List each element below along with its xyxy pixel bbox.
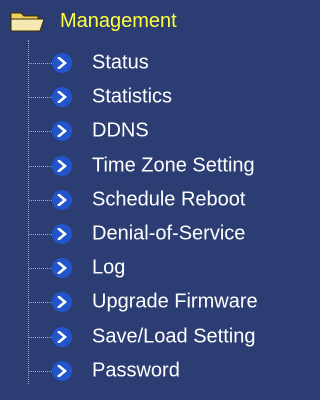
tree-branch-line (29, 165, 52, 168)
chevron-right-icon (52, 326, 72, 347)
tree-branch-line (29, 131, 52, 133)
menu-item-label: Time Zone Setting (92, 154, 255, 177)
menu-root-management[interactable]: Management (10, 6, 177, 36)
folder-open-icon (10, 10, 46, 32)
menu-item-label: Status (92, 51, 149, 74)
menu-item-label: DDNS (92, 119, 149, 142)
menu-root-label: Management (60, 9, 177, 32)
menu-item-denial-of-service[interactable]: Denial-of-Service (0, 217, 313, 251)
menu-item-label: Statistics (92, 85, 173, 108)
menu-item-schedule-reboot[interactable]: Schedule Reboot (0, 183, 313, 217)
menu-item-upgrade-firmware[interactable]: Upgrade Firmware (0, 285, 313, 319)
menu-item-label: Schedule Reboot (92, 188, 246, 211)
chevron-right-icon (52, 258, 72, 279)
tree-branch-line (29, 97, 52, 99)
menu-item-label: Save/Load Setting (92, 325, 256, 348)
menu-item-label: Denial-of-Service (92, 222, 246, 245)
tree-branch-line (29, 199, 52, 202)
menu-item-label: Upgrade Firmware (92, 290, 258, 313)
chevron-right-icon (52, 360, 72, 381)
menu-item-label: Log (92, 256, 126, 279)
tree-branch-line (29, 234, 52, 236)
menu-item-label: Password (92, 359, 180, 382)
tree-branch-line (29, 336, 52, 339)
menu-item-log[interactable]: Log (0, 251, 313, 285)
tree-branch-line (29, 268, 52, 270)
chevron-right-icon (52, 87, 72, 108)
chevron-right-icon (52, 189, 72, 210)
tree-branch-line (29, 302, 52, 304)
menu-item-status[interactable]: Status (0, 46, 313, 80)
tree-branch-line (29, 63, 52, 65)
management-menu-tree: Management Status Statistics DDNS Time Z… (0, 0, 313, 400)
chevron-right-icon (52, 292, 72, 313)
menu-item-save-load-setting[interactable]: Save/Load Setting (0, 320, 313, 354)
menu-item-password[interactable]: Password (0, 354, 313, 388)
menu-item-statistics[interactable]: Statistics (0, 80, 313, 114)
chevron-right-icon (52, 121, 72, 142)
chevron-right-icon (52, 155, 72, 176)
menu-item-time-zone-setting[interactable]: Time Zone Setting (0, 149, 313, 183)
menu-items: Status Statistics DDNS Time Zone Setting (0, 46, 313, 388)
chevron-right-icon (52, 53, 72, 74)
menu-item-ddns[interactable]: DDNS (0, 114, 313, 148)
chevron-right-icon (52, 224, 72, 245)
tree-branch-line (29, 370, 52, 373)
